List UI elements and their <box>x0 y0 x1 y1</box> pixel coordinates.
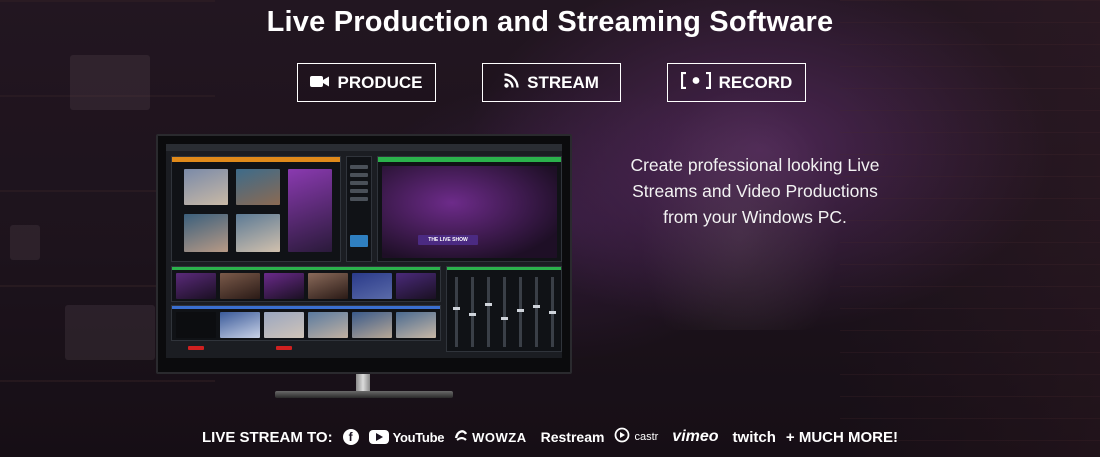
audio-mixer <box>446 266 562 352</box>
fader-knob[interactable] <box>517 309 524 312</box>
monitor-stand-base <box>275 391 453 398</box>
input-thumbnail[interactable] <box>220 312 260 338</box>
software-screen: THE LIVE SHOW <box>166 144 562 358</box>
stream-button[interactable]: STREAM <box>482 63 621 102</box>
platform-youtube: YouTube <box>368 429 445 445</box>
facebook-icon: f <box>342 429 359 445</box>
audio-fader[interactable] <box>455 277 458 347</box>
audio-fader[interactable] <box>519 277 522 347</box>
input-row-header <box>172 306 440 309</box>
software-menubar <box>166 144 562 151</box>
audio-mixer-header <box>447 267 561 270</box>
platform-name: vimeo <box>672 428 719 445</box>
fader-knob[interactable] <box>469 313 476 316</box>
guest-thumbnail <box>184 214 228 252</box>
platform-vimeo: vimeo <box>668 428 718 446</box>
platform-name: twitch <box>732 428 776 446</box>
platform-name: YouTube <box>392 429 445 445</box>
preview-pane-header <box>172 157 340 162</box>
produce-button[interactable]: PRODUCE <box>297 63 436 102</box>
input-row-header <box>172 267 440 270</box>
video-camera-icon <box>310 73 330 93</box>
streaming-platforms-bar: LIVE STREAM TO: f YouTube WOWZA Restream… <box>0 426 1100 448</box>
platform-twitch: twitch <box>729 429 776 446</box>
fader-knob[interactable] <box>549 311 556 314</box>
audio-fader[interactable] <box>487 277 490 347</box>
fader-knob[interactable] <box>501 317 508 320</box>
transition-thumbnail <box>350 235 368 247</box>
control-button[interactable] <box>350 173 368 177</box>
control-button[interactable] <box>350 197 368 201</box>
monitor-stand-neck <box>356 374 370 392</box>
platform-name: Restream <box>540 429 605 445</box>
input-thumbnail[interactable] <box>264 273 304 299</box>
streambar-lead: LIVE STREAM TO: <box>202 428 333 446</box>
input-row <box>171 266 441 302</box>
audio-fader[interactable] <box>503 277 506 347</box>
input-thumbnail[interactable] <box>264 312 304 338</box>
tagline-line: Create professional looking Live <box>630 155 880 175</box>
input-thumbnail[interactable] <box>308 312 348 338</box>
fader-knob[interactable] <box>485 303 492 306</box>
platform-restream: Restream <box>537 429 605 445</box>
platform-name: WOWZA <box>472 429 527 445</box>
host-thumbnail <box>288 169 332 252</box>
input-thumbnail[interactable] <box>352 273 392 299</box>
castr-icon <box>614 427 630 447</box>
fader-knob[interactable] <box>533 305 540 308</box>
platform-name: castr <box>634 431 659 443</box>
platform-castr: castr <box>614 427 658 447</box>
record-button-label: RECORD <box>718 72 793 92</box>
produce-button-label: PRODUCE <box>337 72 423 92</box>
monitor: THE LIVE SHOW <box>156 134 572 374</box>
record-toggle[interactable] <box>188 346 204 350</box>
input-thumbnail[interactable] <box>220 273 260 299</box>
program-pane-header <box>378 157 561 162</box>
record-button[interactable]: RECORD <box>667 63 806 102</box>
page-title: Live Production and Streaming Software <box>266 6 834 38</box>
input-row <box>171 305 441 341</box>
fader-knob[interactable] <box>453 307 460 310</box>
stream-button-label: STREAM <box>527 72 599 92</box>
audio-fader[interactable] <box>471 277 474 347</box>
wowza-icon <box>454 428 468 446</box>
tagline-line: Streams and Video Productions <box>632 181 878 201</box>
preview-pane <box>171 156 341 262</box>
input-thumbnail[interactable] <box>308 273 348 299</box>
control-button[interactable] <box>350 165 368 169</box>
program-pane: THE LIVE SHOW <box>377 156 562 262</box>
control-button[interactable] <box>350 181 368 185</box>
guest-thumbnail <box>236 214 280 252</box>
control-button[interactable] <box>350 189 368 193</box>
input-thumbnail[interactable] <box>176 312 216 338</box>
platform-facebook: f <box>342 429 359 445</box>
rss-icon <box>504 72 519 93</box>
input-thumbnail[interactable] <box>352 312 392 338</box>
input-thumbnail[interactable] <box>396 273 436 299</box>
input-thumbnail[interactable] <box>396 312 436 338</box>
guest-thumbnail <box>236 169 280 205</box>
transition-controls <box>346 156 372 262</box>
youtube-icon <box>368 430 389 444</box>
record-icon <box>680 71 711 94</box>
platform-wowza: WOWZA <box>454 428 526 446</box>
guest-thumbnail <box>184 169 228 205</box>
tagline-line: from your Windows PC. <box>663 207 847 227</box>
input-thumbnail[interactable] <box>176 273 216 299</box>
stream-toggle[interactable] <box>276 346 292 350</box>
tagline: Create professional looking Live Streams… <box>598 152 912 230</box>
streambar-tail: + MUCH MORE! <box>785 428 898 446</box>
audio-fader[interactable] <box>535 277 538 347</box>
lower-third-overlay: THE LIVE SHOW <box>418 235 478 245</box>
